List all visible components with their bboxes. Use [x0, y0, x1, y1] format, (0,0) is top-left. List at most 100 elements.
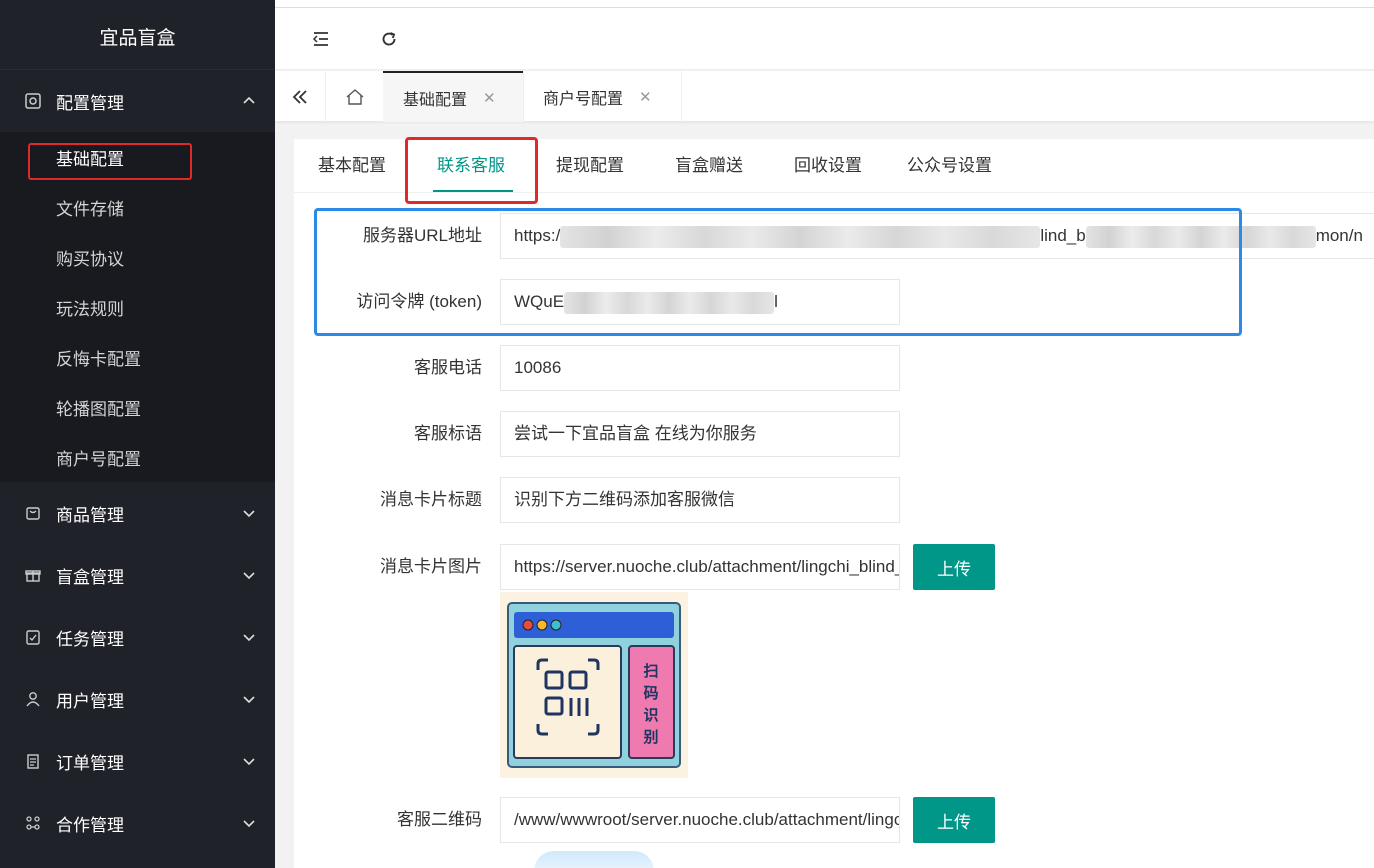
- sidebar: 宜品盲盒 配置管理 基础配置 文件存储 购买协议 玩法规则 反悔卡配置 轮播图配…: [0, 0, 275, 868]
- content-card: 基本配置 联系客服 提现配置 盲盒赠送 回收设置 公众号设置 服务器URL地址 …: [294, 139, 1374, 868]
- submenu-config: 基础配置 文件存储 购买协议 玩法规则 反悔卡配置 轮播图配置 商户号配置: [0, 132, 275, 482]
- tabs-scroll-left-icon[interactable]: [275, 71, 325, 122]
- server-url-label: 服务器URL地址: [362, 226, 482, 245]
- sidebar-item-label: 反悔卡配置: [56, 349, 141, 369]
- menu-config-label: 配置管理: [56, 93, 124, 113]
- clipboard-check-icon: [24, 628, 42, 646]
- card-image-input[interactable]: https://server.nuoche.club/attachment/li…: [500, 544, 900, 590]
- close-icon[interactable]: ✕: [483, 89, 496, 107]
- gift-icon: [24, 566, 42, 584]
- active-subtab-underline: [433, 190, 513, 192]
- svg-text:别: 别: [642, 728, 658, 746]
- tab-label: 商户号配置: [543, 90, 624, 108]
- slogan-input[interactable]: 尝试一下宜品盲盒 在线为你服务: [500, 411, 900, 457]
- chevron-down-icon: [241, 691, 257, 707]
- redaction-blur: [1085, 225, 1316, 248]
- menu-user-management[interactable]: 用户管理: [0, 668, 275, 730]
- form-row-token: 访问令牌 (token) WQuE l: [294, 279, 1374, 325]
- card-image-upload-button[interactable]: 上传: [913, 544, 995, 590]
- chevron-down-icon: [241, 505, 257, 521]
- form-row-server-url: 服务器URL地址 https:/ lind_b mon/n: [294, 213, 1374, 259]
- form-row-qrcode: 客服二维码 /www/wwwroot/server.nuoche.club/at…: [294, 797, 1374, 843]
- qrcode-label: 客服二维码: [397, 810, 482, 829]
- menu-group-config: 配置管理 基础配置 文件存储 购买协议 玩法规则 反悔卡配置 轮播图配置 商户号…: [0, 70, 275, 482]
- settings-icon: [24, 92, 42, 110]
- tab-label: 基础配置: [403, 91, 468, 109]
- svg-text:码: 码: [643, 684, 658, 702]
- app-title: 宜品盲盒: [0, 0, 275, 70]
- config-subtabs: 基本配置 联系客服 提现配置 盲盒赠送 回收设置 公众号设置: [294, 139, 1374, 193]
- menu-blindbox-management[interactable]: 盲盒管理: [0, 544, 275, 606]
- phone-label: 客服电话: [414, 358, 482, 377]
- menu-cooperation-management[interactable]: 合作管理: [0, 792, 275, 854]
- refresh-icon[interactable]: [373, 24, 405, 54]
- server-url-suffix: mon/n: [1315, 226, 1363, 245]
- sidebar-item-merchant[interactable]: 商户号配置: [0, 432, 275, 482]
- sidebar-item-label: 文件存储: [56, 199, 124, 219]
- sidebar-item-label: 商户号配置: [56, 449, 141, 469]
- card-title-input[interactable]: 识别下方二维码添加客服微信: [500, 477, 900, 523]
- chevron-down-icon: [241, 629, 257, 645]
- chevron-down-icon: [241, 815, 257, 831]
- server-url-mid: lind_b: [1040, 226, 1086, 245]
- close-icon[interactable]: ✕: [639, 88, 652, 106]
- sidebar-item-carousel[interactable]: 轮播图配置: [0, 382, 275, 432]
- form-row-card-image: 消息卡片图片 https://server.nuoche.club/attach…: [294, 544, 1374, 590]
- form-row-phone: 客服电话 10086: [294, 345, 1374, 391]
- network-icon: [24, 814, 42, 832]
- card-image-preview: 扫 码 识 别: [500, 592, 688, 778]
- menu-task-management[interactable]: 任务管理: [0, 606, 275, 668]
- menu-label: 用户管理: [56, 691, 124, 711]
- token-input[interactable]: WQuE l: [500, 279, 900, 325]
- collapse-menu-icon[interactable]: [305, 24, 337, 54]
- menu-label: 商品管理: [56, 505, 124, 525]
- home-tab-icon[interactable]: [326, 71, 383, 122]
- qrcode-upload-button[interactable]: 上传: [913, 797, 995, 843]
- chevron-down-icon: [241, 567, 257, 583]
- card-title-label: 消息卡片标题: [380, 490, 482, 509]
- sidebar-item-purchase-agreement[interactable]: 购买协议: [0, 232, 275, 282]
- menu-order-management[interactable]: 订单管理: [0, 730, 275, 792]
- menu-label: 任务管理: [56, 629, 124, 649]
- subtab-recycle[interactable]: 回收设置: [794, 139, 862, 193]
- menu-goods-management[interactable]: 商品管理: [0, 482, 275, 544]
- highlight-box: [28, 143, 192, 180]
- svg-text:识: 识: [643, 706, 658, 724]
- server-url-prefix: https:/: [514, 226, 561, 245]
- redaction-blur: [564, 291, 775, 314]
- sidebar-item-label: 玩法规则: [56, 299, 124, 319]
- sidebar-item-game-rules[interactable]: 玩法规则: [0, 282, 275, 332]
- card-image-label: 消息卡片图片: [380, 557, 482, 576]
- tab-basic-config[interactable]: 基础配置 ✕: [383, 71, 523, 122]
- sidebar-item-label: 轮播图配置: [56, 399, 141, 419]
- tab-merchant-config[interactable]: 商户号配置 ✕: [523, 71, 681, 122]
- user-icon: [24, 690, 42, 708]
- server-url-input[interactable]: https:/ lind_b mon/n: [500, 213, 1374, 259]
- menu-label: 订单管理: [56, 753, 124, 773]
- menu-label: 合作管理: [56, 815, 124, 835]
- sidebar-item-file-storage[interactable]: 文件存储: [0, 182, 275, 232]
- top-edge: [275, 0, 1374, 8]
- menu-label: 盲盒管理: [56, 567, 124, 587]
- qrcode-preview-image: [534, 851, 654, 868]
- menu-config-management[interactable]: 配置管理: [0, 70, 275, 132]
- sidebar-item-regret-card[interactable]: 反悔卡配置: [0, 332, 275, 382]
- sidebar-item-label: 购买协议: [56, 249, 124, 269]
- subtab-contact-service[interactable]: 联系客服: [437, 139, 505, 193]
- topbar: [275, 8, 1374, 70]
- form-row-slogan: 客服标语 尝试一下宜品盲盒 在线为你服务: [294, 411, 1374, 457]
- token-suffix: l: [774, 292, 778, 311]
- subtab-official-account[interactable]: 公众号设置: [907, 139, 992, 193]
- subtab-basic[interactable]: 基本配置: [318, 139, 386, 193]
- qrcode-input[interactable]: /www/wwwroot/server.nuoche.club/attachme…: [500, 797, 900, 843]
- token-prefix: WQuE: [514, 292, 565, 311]
- phone-input[interactable]: 10086: [500, 345, 900, 391]
- token-label: 访问令牌 (token): [356, 292, 482, 311]
- chevron-down-icon: [241, 753, 257, 769]
- subtab-withdraw[interactable]: 提现配置: [556, 139, 624, 193]
- form-row-card-title: 消息卡片标题 识别下方二维码添加客服微信: [294, 477, 1374, 523]
- subtab-blindbox-gift[interactable]: 盲盒赠送: [675, 139, 743, 193]
- redaction-blur: [560, 225, 1041, 248]
- svg-text:扫: 扫: [643, 662, 658, 680]
- slogan-label: 客服标语: [414, 424, 482, 443]
